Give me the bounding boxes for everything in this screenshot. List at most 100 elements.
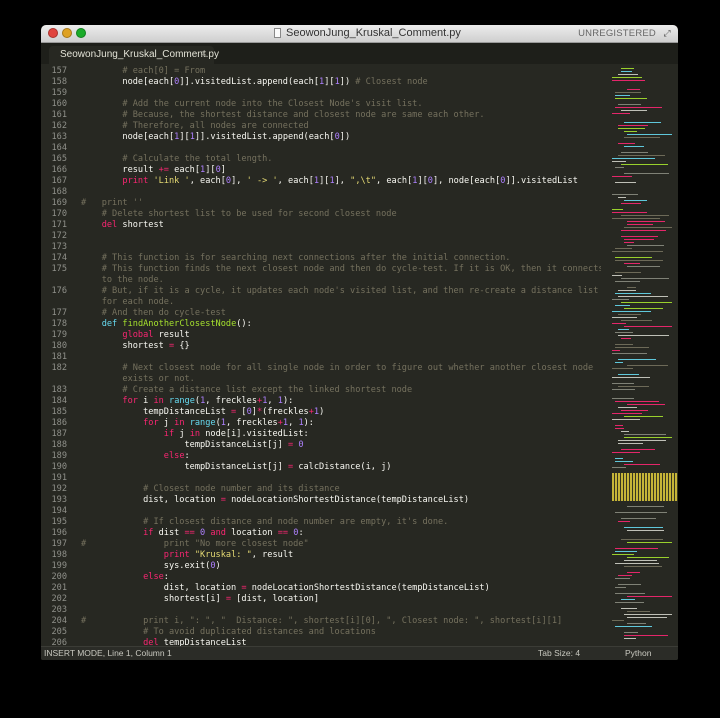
code-token: , <box>267 396 278 406</box>
code-line[interactable]: # This function is for searching next co… <box>81 253 511 264</box>
code-line[interactable]: result += each[1][0] <box>81 165 226 176</box>
code-line[interactable]: tempDistanceList[j] = calcDistance(i, j) <box>81 462 391 473</box>
line-number: 205 <box>51 627 67 637</box>
code-token: ], <box>231 176 247 186</box>
code-line[interactable]: # Add the current node into the Closest … <box>81 99 422 110</box>
code-line[interactable]: # Closest node number and its distance <box>81 484 340 495</box>
code-token: tempDistanceList[j] <box>81 440 288 450</box>
code-line[interactable]: node[each[1][1]].visitedList.append(each… <box>81 132 350 143</box>
code-token: 'Link ' <box>153 176 190 186</box>
minimap-line <box>627 542 672 543</box>
minimap-line <box>615 362 623 363</box>
close-tab-icon[interactable]: × <box>201 48 207 60</box>
code-line[interactable]: # Calculate the total length. <box>81 154 272 165</box>
minimap-viewport-highlight[interactable] <box>612 473 678 501</box>
code-line[interactable]: else: <box>81 451 190 462</box>
line-number: 163 <box>51 132 67 142</box>
code-token: ' -> ' <box>246 176 278 186</box>
minimap-line <box>624 242 634 243</box>
code-token: dist, location <box>81 583 242 593</box>
tab-kruskal-comment[interactable]: SeowonJung_Kruskal_Comment.py × <box>49 46 219 64</box>
minimap-line <box>624 527 663 528</box>
line-number: 200 <box>51 572 67 582</box>
code-line[interactable]: # print i, ": ", " Distance: ", shortest… <box>81 616 562 627</box>
line-number: 186 <box>51 418 67 428</box>
code-token: i <box>137 396 154 406</box>
maximize-window-button[interactable] <box>76 28 86 38</box>
minimap[interactable] <box>606 64 678 646</box>
code-line[interactable]: node[each[0]].visitedList.append(each[1]… <box>81 77 428 88</box>
code-line[interactable]: shortest[i] = [dist, location] <box>81 594 319 605</box>
code-line[interactable]: print "Kruskal: ", result <box>81 550 293 561</box>
code-line[interactable]: # But, if it is a cycle, it updates each… <box>81 286 599 297</box>
code-line[interactable]: # each[0] = From <box>81 66 205 77</box>
minimap-line <box>618 314 641 315</box>
editor-area[interactable]: 157 158 159 160 161 162 163 164 165 166 167 168 169 1… <box>41 64 678 648</box>
minimap-line <box>627 557 669 558</box>
code-token: exists or not. <box>122 374 195 384</box>
code-line[interactable]: dist, location = nodeLocationShortestDis… <box>81 495 469 506</box>
code-line[interactable]: dist, location = nodeLocationShortestDis… <box>81 583 490 594</box>
code-line[interactable]: else: <box>81 572 169 583</box>
code-token: ] <box>220 165 226 175</box>
code-line[interactable]: # print "No more closest node" <box>81 539 309 550</box>
code-line[interactable]: if j in node[i].visitedList: <box>81 429 309 440</box>
line-number: 201 <box>51 583 67 593</box>
code-line[interactable]: global result <box>81 330 189 341</box>
code-line[interactable]: for j in range(1, freckles+1, 1): <box>81 418 314 429</box>
code-line[interactable]: sys.exit(0) <box>81 561 221 572</box>
code-line[interactable]: # This function finds the next closest n… <box>81 264 601 275</box>
minimap-line <box>615 332 633 333</box>
code-line[interactable]: tempDistanceList = [0]*(freckles+1) <box>81 407 324 418</box>
code-token: # Create a distance list except the link… <box>122 385 413 395</box>
status-syntax[interactable]: Python <box>625 648 651 658</box>
code-token: , each[ <box>376 176 413 186</box>
minimap-line <box>618 290 636 291</box>
minimap-line <box>618 575 632 576</box>
code-line[interactable]: # Next closest node for all single node … <box>81 363 593 374</box>
minimap-line <box>621 338 631 339</box>
minimize-window-button[interactable] <box>62 28 72 38</box>
line-number: 159 <box>51 88 67 98</box>
minimap-line <box>612 251 663 252</box>
code-line[interactable]: for each node. <box>81 297 174 308</box>
code-line[interactable]: # Because, the shortest distance and clo… <box>81 110 484 121</box>
code-line[interactable]: # Create a distance list except the link… <box>81 385 412 396</box>
code-token: # Delete shortest list to be used for se… <box>101 209 397 219</box>
minimap-line <box>615 98 647 99</box>
close-window-button[interactable] <box>48 28 58 38</box>
code-line[interactable]: # And then do cycle-test <box>81 308 226 319</box>
fullscreen-icon[interactable]: ⤢ <box>662 28 672 38</box>
minimap-line <box>612 194 638 195</box>
code-line[interactable]: if dist == 0 and location == 0: <box>81 528 304 539</box>
code-line[interactable]: tempDistanceList[j] = 0 <box>81 440 303 451</box>
code-token: # Closest node <box>355 77 428 87</box>
status-tab-size[interactable]: Tab Size: 4 <box>538 648 580 658</box>
code-line[interactable]: # Delete shortest list to be used for se… <box>81 209 397 220</box>
minimap-line <box>612 353 647 354</box>
code-line[interactable]: # Therefore, all nodes are connected <box>81 121 308 132</box>
code-token: del <box>143 638 159 646</box>
code-line[interactable]: exists or not. <box>81 374 195 385</box>
code-line[interactable]: # To avoid duplicated distances and loca… <box>81 627 376 638</box>
code-line[interactable]: shortest = {} <box>81 341 189 352</box>
code-line[interactable]: def findAnotherClosestNode(): <box>81 319 252 330</box>
code-line[interactable]: del tempDistanceList <box>81 638 247 646</box>
code-token: [ <box>236 407 247 417</box>
code-line[interactable]: for i in range(1, freckles+1, 1): <box>81 396 293 407</box>
minimap-line <box>612 419 640 420</box>
code-view[interactable]: # each[0] = From node[each[0]].visitedLi… <box>81 64 601 646</box>
code-line[interactable]: print 'Link ', each[0], ' -> ', each[1][… <box>81 176 578 187</box>
code-line[interactable]: to the node. <box>81 275 164 286</box>
code-token: ]].visitedList <box>505 176 578 186</box>
code-line[interactable]: # If closest distance and node number ar… <box>81 517 448 528</box>
minimap-line <box>615 248 632 249</box>
code-line[interactable]: del shortest <box>81 220 164 231</box>
minimap-line <box>612 554 634 555</box>
minimap-line <box>624 632 638 633</box>
code-line[interactable]: # print '' <box>81 198 143 209</box>
minimap-line <box>618 296 668 297</box>
